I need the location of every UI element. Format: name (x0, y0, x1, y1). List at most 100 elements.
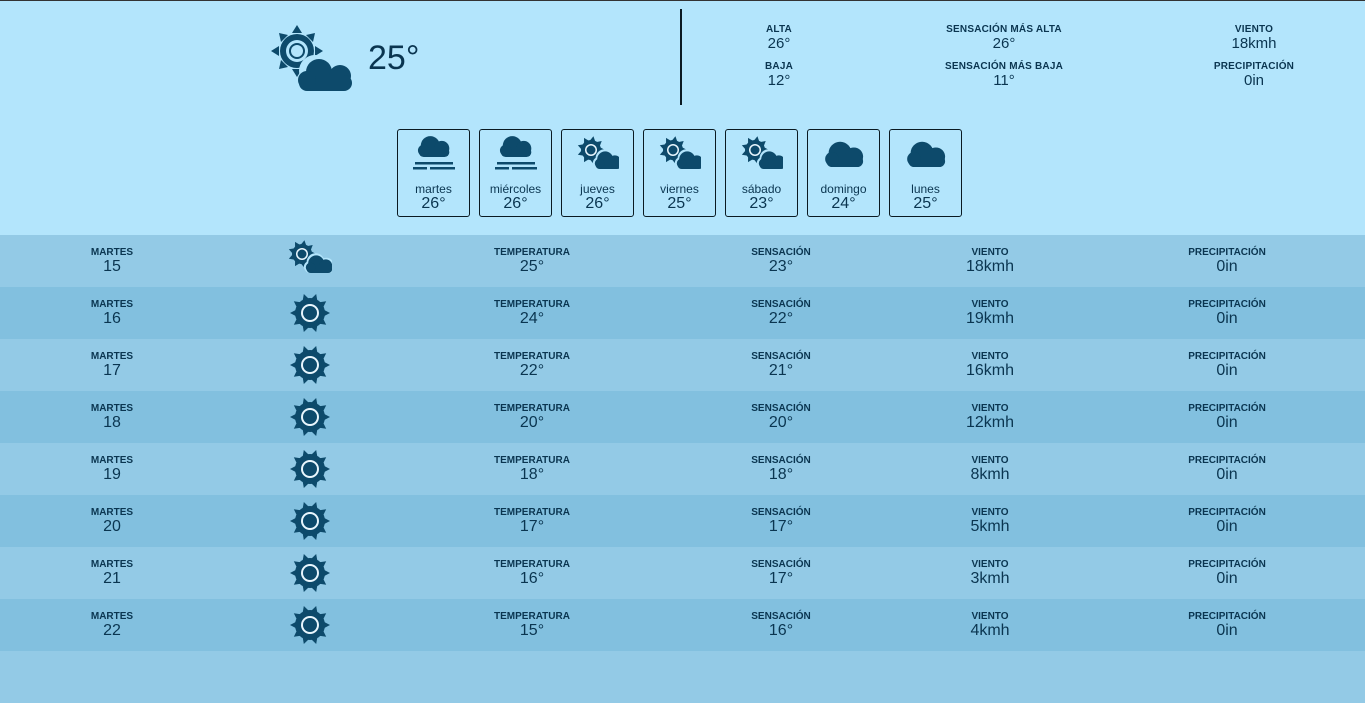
hour-day-number: 21 (103, 570, 121, 587)
hour-wind-value: 3kmh (970, 570, 1010, 587)
hour-wind: VIENTO 18kmh (900, 247, 1080, 275)
hour-feels: SENSACIÓN 18° (691, 455, 871, 483)
hour-day: MARTES 22 (22, 611, 202, 639)
hour-precip-value: 0in (1216, 466, 1238, 483)
hour-precip: PRECIPITACIÓN 0in (1137, 247, 1317, 275)
forecast-card[interactable]: lunes 25° (889, 129, 962, 217)
hour-temp-value: 25° (519, 258, 545, 275)
forecast-card[interactable]: miércoles 26° (479, 129, 552, 217)
hourly-row: MARTES 18 TEMPERATURA 20° SENSACIÓN 20° … (0, 391, 1365, 443)
hour-precip: PRECIPITACIÓN 0in (1137, 403, 1317, 431)
sun-icon (290, 449, 330, 489)
hour-day: MARTES 21 (22, 559, 202, 587)
forecast-temp: 25° (667, 195, 692, 212)
hour-day-number: 20 (103, 518, 121, 535)
hour-feels: SENSACIÓN 16° (691, 611, 871, 639)
forecast-day: miércoles (489, 182, 542, 196)
hour-precip: PRECIPITACIÓN 0in (1137, 351, 1317, 379)
hour-precip: PRECIPITACIÓN 0in (1137, 299, 1317, 327)
hourly-list: MARTES 15 TEMPERATURA 25° SENSACIÓN 23° … (0, 235, 1365, 703)
stat-high: ALTA 26° (679, 24, 879, 51)
hour-precip: PRECIPITACIÓN 0in (1137, 611, 1317, 639)
fog-cloud-icon (495, 136, 537, 170)
hour-wind: VIENTO 5kmh (900, 507, 1080, 535)
current-temperature: 25° (368, 39, 420, 77)
hour-feels-value: 23° (768, 258, 794, 275)
hour-feels-value: 22° (768, 310, 794, 327)
hour-feels: SENSACIÓN 22° (691, 299, 871, 327)
forecast-card[interactable]: jueves 26° (561, 129, 634, 217)
forecast-card[interactable]: viernes 25° (643, 129, 716, 217)
hour-feels: SENSACIÓN 17° (691, 559, 871, 587)
sun-cloud-icon (741, 136, 783, 169)
forecast-card[interactable]: martes 26° (397, 129, 470, 217)
hour-day-number: 17 (103, 362, 121, 379)
hour-temp-value: 22° (519, 362, 545, 379)
hour-wind-value: 4kmh (970, 622, 1010, 639)
stat-low: BAJA 12° (679, 61, 879, 88)
hourly-row: MARTES 20 TEMPERATURA 17° SENSACIÓN 17° … (0, 495, 1365, 547)
hour-wind-value: 18kmh (965, 258, 1015, 275)
hour-wind-value: 12kmh (965, 414, 1015, 431)
hour-wind: VIENTO 3kmh (900, 559, 1080, 587)
sun-cloud-icon (659, 136, 701, 169)
hour-day-number: 18 (103, 414, 121, 431)
stat-feels-high: SENSACIÓN MÁS ALTA 26° (904, 24, 1104, 51)
sun-icon (290, 553, 330, 593)
hourly-row-partial (0, 651, 1365, 703)
hourly-row: MARTES 15 TEMPERATURA 25° SENSACIÓN 23° … (0, 235, 1365, 287)
stat-low-value: 12° (767, 72, 791, 89)
hour-precip-value: 0in (1216, 414, 1238, 431)
hour-temp: TEMPERATURA 25° (442, 247, 622, 275)
cloud-icon (907, 141, 946, 167)
hour-precip-value: 0in (1216, 622, 1238, 639)
hour-feels: SENSACIÓN 23° (691, 247, 871, 275)
sun-cloud-icon (577, 136, 619, 169)
forecast-temp: 26° (585, 195, 610, 212)
hourly-row: MARTES 19 TEMPERATURA 18° SENSACIÓN 18° … (0, 443, 1365, 495)
hour-temp: TEMPERATURA 15° (442, 611, 622, 639)
forecast-temp: 24° (831, 195, 856, 212)
hour-precip: PRECIPITACIÓN 0in (1137, 559, 1317, 587)
hour-temp: TEMPERATURA 16° (442, 559, 622, 587)
hour-wind: VIENTO 8kmh (900, 455, 1080, 483)
forecast-day: lunes (911, 182, 940, 196)
hour-precip-value: 0in (1216, 310, 1238, 327)
forecast-temp: 23° (749, 195, 774, 212)
hour-precip-value: 0in (1216, 570, 1238, 587)
forecast-temp: 25° (913, 195, 938, 212)
forecast-card[interactable]: sábado 23° (725, 129, 798, 217)
hour-day: MARTES 19 (22, 455, 202, 483)
hour-temp-value: 24° (519, 310, 545, 327)
hour-day: MARTES 18 (22, 403, 202, 431)
hour-feels-value: 18° (768, 466, 794, 483)
hour-wind-value: 16kmh (965, 362, 1015, 379)
hour-day: MARTES 15 (22, 247, 202, 275)
hourly-row: MARTES 22 TEMPERATURA 15° SENSACIÓN 16° … (0, 599, 1365, 651)
hour-temp: TEMPERATURA 24° (442, 299, 622, 327)
forecast-card[interactable]: domingo 24° (807, 129, 880, 217)
hour-day: MARTES 17 (22, 351, 202, 379)
hour-wind: VIENTO 16kmh (900, 351, 1080, 379)
hour-temp: TEMPERATURA 18° (442, 455, 622, 483)
forecast-temp: 26° (503, 195, 528, 212)
stat-wind-value: 18kmh (1231, 35, 1277, 52)
hourly-row: MARTES 17 TEMPERATURA 22° SENSACIÓN 21° … (0, 339, 1365, 391)
sun-icon (290, 293, 330, 333)
hour-feels-value: 17° (768, 518, 794, 535)
forecast-day: martes (415, 182, 452, 196)
hourly-row: MARTES 21 TEMPERATURA 16° SENSACIÓN 17° … (0, 547, 1365, 599)
hour-temp-value: 16° (519, 570, 545, 587)
hour-precip-value: 0in (1216, 258, 1238, 275)
hour-temp: TEMPERATURA 17° (442, 507, 622, 535)
hour-feels-value: 21° (768, 362, 794, 379)
cloud-icon (825, 141, 864, 167)
hour-feels: SENSACIÓN 21° (691, 351, 871, 379)
hour-day-number: 16 (103, 310, 121, 327)
hour-day-number: 22 (103, 622, 121, 639)
sun-icon (290, 345, 330, 385)
hour-precip: PRECIPITACIÓN 0in (1137, 507, 1317, 535)
hour-day-number: 15 (103, 258, 121, 275)
forecast-day: sábado (741, 182, 782, 196)
hour-temp-value: 17° (519, 518, 545, 535)
